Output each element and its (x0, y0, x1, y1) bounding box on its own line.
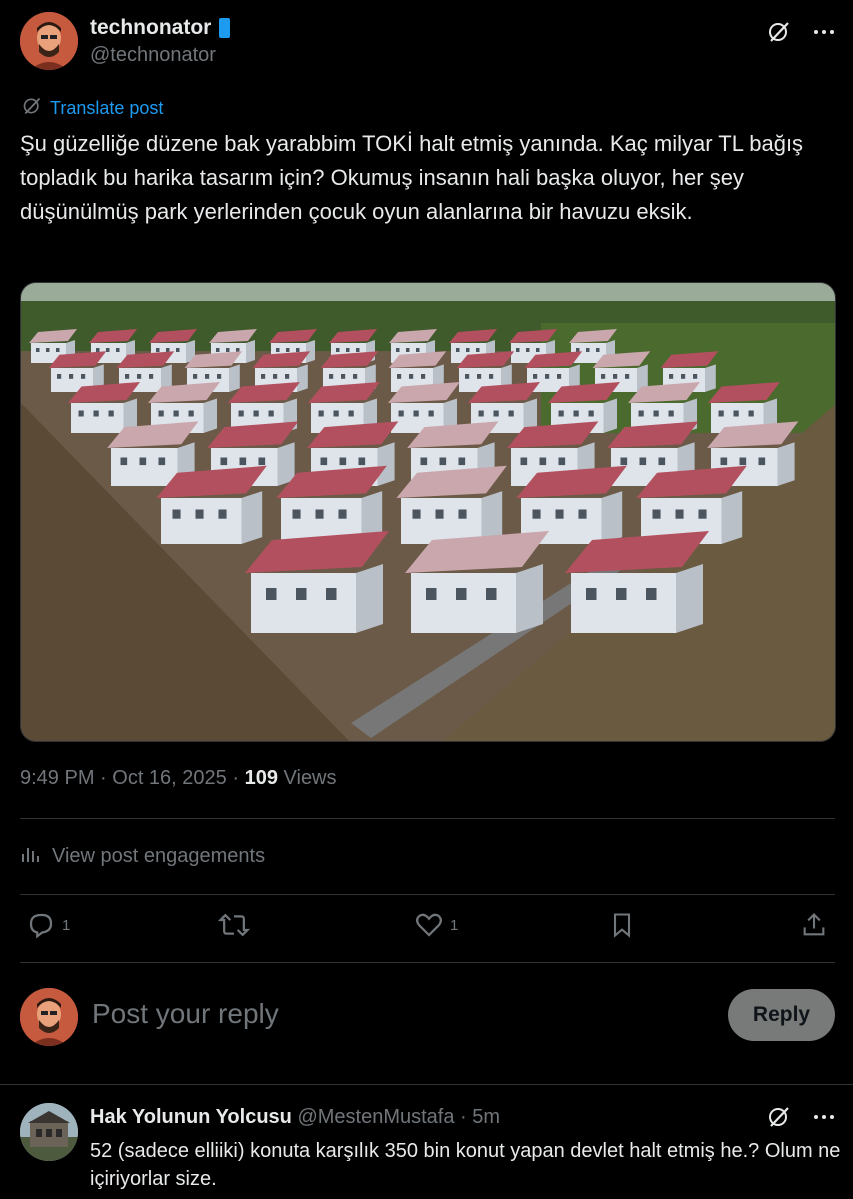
analytics-icon (20, 842, 42, 870)
meta-separator: · (232, 767, 245, 789)
verified-badge-icon (219, 18, 231, 38)
meta-separator: · (460, 1106, 473, 1128)
more-icon[interactable] (813, 1106, 835, 1133)
post-image[interactable] (20, 282, 836, 742)
commenter-handle[interactable]: @MestenMustafa (297, 1106, 454, 1128)
comment-time[interactable]: 5m (472, 1106, 500, 1128)
reply-count: 1 (62, 916, 71, 934)
view-engagements-link[interactable]: View post engagements (20, 842, 265, 870)
reply-action[interactable]: 1 (26, 910, 70, 940)
like-action[interactable]: 1 (414, 910, 458, 940)
reply-composer: Post your reply Reply (20, 988, 835, 1048)
bookmark-icon (613, 913, 631, 938)
author-avatar[interactable] (20, 12, 78, 70)
meta-separator: · (100, 767, 113, 789)
reply-button[interactable]: Reply (728, 989, 835, 1041)
section-divider (0, 1084, 853, 1085)
author-handle[interactable]: @technonator (90, 44, 230, 67)
reply-input[interactable]: Post your reply (92, 998, 279, 1030)
author-name[interactable]: technonator (90, 16, 211, 40)
divider (20, 818, 835, 819)
user-avatar[interactable] (20, 988, 78, 1046)
comment-actions-top (767, 1105, 835, 1134)
more-icon[interactable] (813, 21, 835, 48)
views-count: 109 (244, 767, 278, 789)
divider (20, 894, 835, 895)
like-icon (416, 913, 442, 937)
share-action[interactable] (800, 910, 828, 940)
post-time[interactable]: 9:49 PM (20, 767, 94, 789)
grok-icon[interactable] (767, 1105, 791, 1134)
share-icon (803, 913, 825, 936)
comment-text: 52 (sadece elliiki) konuta karşılık 350 … (90, 1140, 841, 1190)
post-header: technonator @technonator (20, 12, 835, 72)
author-name-row[interactable]: technonator (90, 16, 231, 40)
post-date[interactable]: Oct 16, 2025 (112, 767, 227, 789)
header-actions (767, 20, 835, 49)
post-actions: 1 1 (20, 910, 835, 950)
commenter-name[interactable]: Hak Yolunun Yolcusu (90, 1106, 292, 1128)
translate-label[interactable]: Translate post (50, 98, 163, 119)
post-meta: 9:49 PM · Oct 16, 2025 · 109 Views (20, 767, 337, 790)
grok-translate-icon (22, 96, 42, 121)
translate-post-link[interactable]: Translate post (22, 96, 163, 121)
commenter-header: Hak Yolunun Yolcusu @MestenMustafa · 5m (90, 1106, 500, 1129)
commenter-avatar[interactable] (20, 1103, 78, 1161)
divider (20, 962, 835, 963)
views-label: Views (283, 767, 337, 789)
reply-icon (29, 913, 53, 939)
bookmark-action[interactable] (608, 910, 636, 940)
post-text: Şu güzelliğe düzene bak yarabbim TOKİ ha… (20, 131, 804, 224)
grok-icon[interactable] (767, 20, 791, 49)
repost-action[interactable] (218, 910, 256, 940)
like-count: 1 (450, 916, 459, 934)
author-info: technonator @technonator (90, 16, 231, 67)
engagements-label[interactable]: View post engagements (52, 845, 265, 868)
repost-icon (218, 913, 250, 937)
